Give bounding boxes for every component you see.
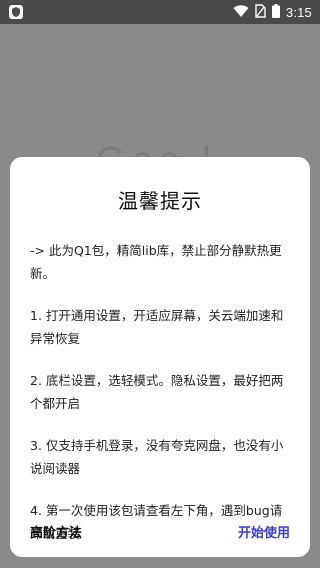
notice-dialog: 温馨提示 -> 此为Q1包，精简lib库，禁止部分静默热更新。 1. 打开通用设…: [10, 157, 310, 557]
shield-icon: [8, 4, 24, 20]
dialog-body: -> 此为Q1包，精简lib库，禁止部分静默热更新。 1. 打开通用设置，开适应…: [30, 239, 294, 564]
battery-icon: [271, 3, 280, 22]
screen: 3:15 Goo l 温馨提示 -> 此为Q1包，精简lib库，禁止部分静默热更…: [0, 0, 320, 568]
notice-paragraph: 1. 打开通用设置，开适应屏幕，关云端加速和异常恢复: [30, 308, 284, 346]
dialog-title: 温馨提示: [118, 189, 202, 213]
dialog-actions: 高阶方法 开始使用: [30, 521, 290, 541]
status-bar: 3:15: [0, 0, 320, 24]
notice-paragraph: 2. 底栏设置，选轻模式。隐私设置，最好把两个都开启: [30, 373, 284, 411]
status-time: 3:15: [285, 4, 312, 20]
start-using-button[interactable]: 开始使用: [238, 522, 290, 541]
notice-paragraph: 3. 仅支持手机登录，没有夸克网盘，也没有小说阅读器: [30, 438, 284, 476]
advanced-method-button[interactable]: 高阶方法: [30, 522, 82, 541]
notice-paragraph: -> 此为Q1包，精简lib库，禁止部分静默热更新。: [30, 243, 282, 281]
no-sim-icon: [255, 3, 266, 22]
wifi-icon: [233, 3, 249, 22]
